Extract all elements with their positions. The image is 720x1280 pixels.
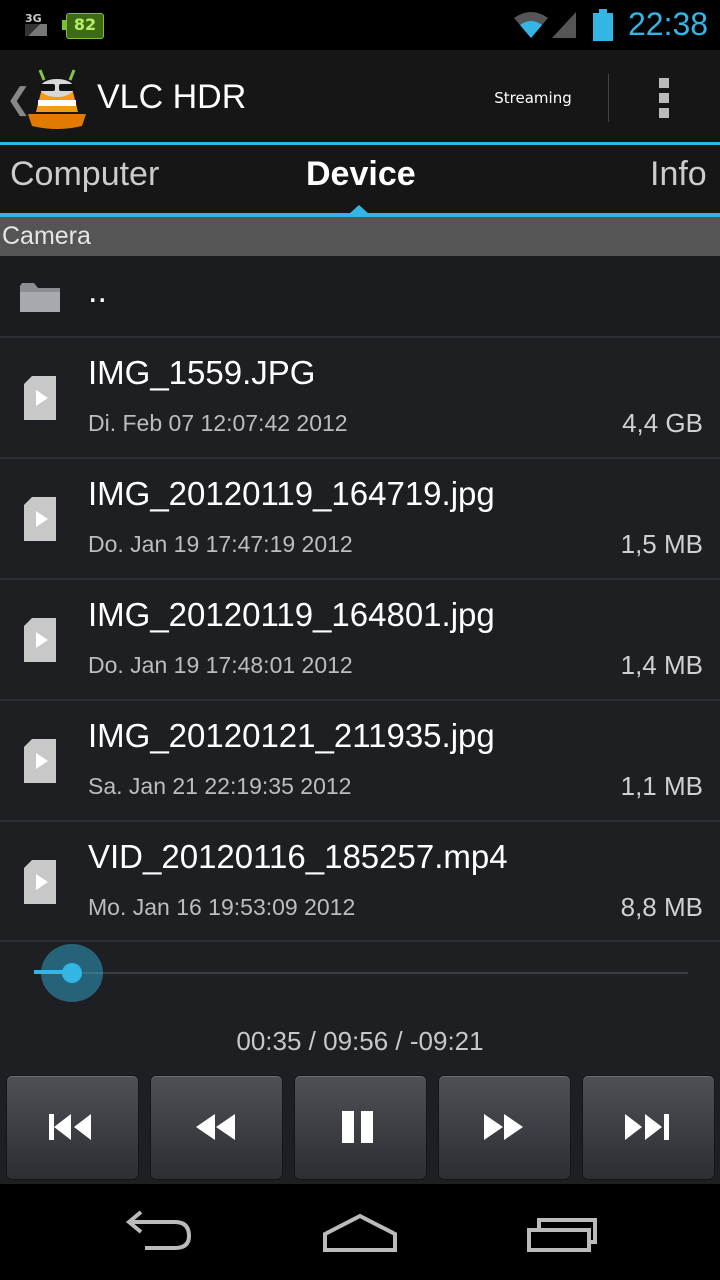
tab-info[interactable]: Info xyxy=(650,155,707,194)
file-size: 1,1 MB xyxy=(620,771,703,801)
fast-forward-button[interactable] xyxy=(438,1075,571,1180)
list-item[interactable]: VID_20120116_185257.mp4 Mo. Jan 16 19:53… xyxy=(0,822,720,942)
file-size: 8,8 MB xyxy=(620,892,703,922)
battery-level: 82 xyxy=(73,15,97,34)
rewind-icon xyxy=(196,1114,235,1140)
parent-directory-row[interactable]: .. xyxy=(0,256,720,338)
vlc-cone-logo[interactable] xyxy=(22,66,92,132)
wifi-icon xyxy=(514,12,548,38)
pause-button[interactable] xyxy=(294,1075,427,1180)
file-date: Do. Jan 19 17:48:01 2012 xyxy=(88,652,353,678)
list-item[interactable]: IMG_20120119_164719.jpg Do. Jan 19 17:47… xyxy=(0,459,720,580)
fast-forward-icon xyxy=(484,1114,523,1140)
overflow-menu-icon[interactable] xyxy=(640,74,688,122)
list-item[interactable]: IMG_1559.JPG Di. Feb 07 12:07:42 2012 4,… xyxy=(0,338,720,459)
file-name: IMG_20120119_164801.jpg xyxy=(88,596,495,633)
tab-selected-indicator xyxy=(349,205,369,214)
back-icon[interactable] xyxy=(115,1200,205,1270)
skip-previous-icon xyxy=(49,1114,91,1140)
tab-device[interactable]: Device xyxy=(306,155,416,194)
media-file-icon xyxy=(24,860,56,904)
pause-icon xyxy=(342,1111,373,1143)
file-date: Do. Jan 19 17:47:19 2012 xyxy=(88,531,353,557)
file-size: 1,5 MB xyxy=(620,529,703,559)
file-name: IMG_20120121_211935.jpg xyxy=(88,717,495,754)
media-file-icon xyxy=(24,739,56,783)
seek-bar-track[interactable] xyxy=(34,972,688,974)
list-item[interactable]: IMG_20120121_211935.jpg Sa. Jan 21 22:19… xyxy=(0,701,720,822)
file-size: 4,4 GB xyxy=(622,408,703,438)
section-header: Camera xyxy=(0,217,720,256)
tab-computer[interactable]: Computer xyxy=(10,155,159,194)
status-bar: 3G 82 22:38 xyxy=(0,0,720,50)
network-3g-icon: 3G xyxy=(25,12,47,36)
previous-button[interactable] xyxy=(6,1075,139,1180)
clock: 22:38 xyxy=(628,6,709,42)
app-title: VLC HDR xyxy=(97,78,247,116)
file-name: IMG_20120119_164719.jpg xyxy=(88,475,495,512)
rewind-button[interactable] xyxy=(150,1075,283,1180)
file-date: Sa. Jan 21 22:19:35 2012 xyxy=(88,773,352,799)
skip-next-icon xyxy=(625,1114,669,1140)
cell-signal-icon xyxy=(552,12,576,38)
list-item[interactable]: IMG_20120119_164801.jpg Do. Jan 19 17:48… xyxy=(0,580,720,701)
next-button[interactable] xyxy=(582,1075,715,1180)
recent-apps-icon[interactable] xyxy=(515,1200,605,1270)
time-readout: 00:35 / 09:56 / -09:21 xyxy=(236,1026,484,1056)
file-size: 1,4 MB xyxy=(620,650,703,680)
file-date: Mo. Jan 16 19:53:09 2012 xyxy=(88,894,356,920)
parent-directory-label: .. xyxy=(88,272,107,310)
action-bar-divider xyxy=(608,74,609,122)
media-file-icon xyxy=(24,497,56,541)
folder-icon xyxy=(20,283,60,312)
file-name: IMG_1559.JPG xyxy=(88,354,316,391)
file-list: .. IMG_1559.JPG Di. Feb 07 12:07:42 2012… xyxy=(0,256,720,942)
home-icon[interactable] xyxy=(315,1200,405,1270)
battery-icon xyxy=(593,9,613,41)
media-file-icon xyxy=(24,376,56,420)
section-title: Camera xyxy=(2,222,91,250)
media-file-icon xyxy=(24,618,56,662)
file-date: Di. Feb 07 12:07:42 2012 xyxy=(88,410,348,436)
file-name: VID_20120116_185257.mp4 xyxy=(88,838,508,875)
streaming-button[interactable]: Streaming xyxy=(478,74,588,122)
battery-notification-icon: 82 xyxy=(62,13,104,39)
